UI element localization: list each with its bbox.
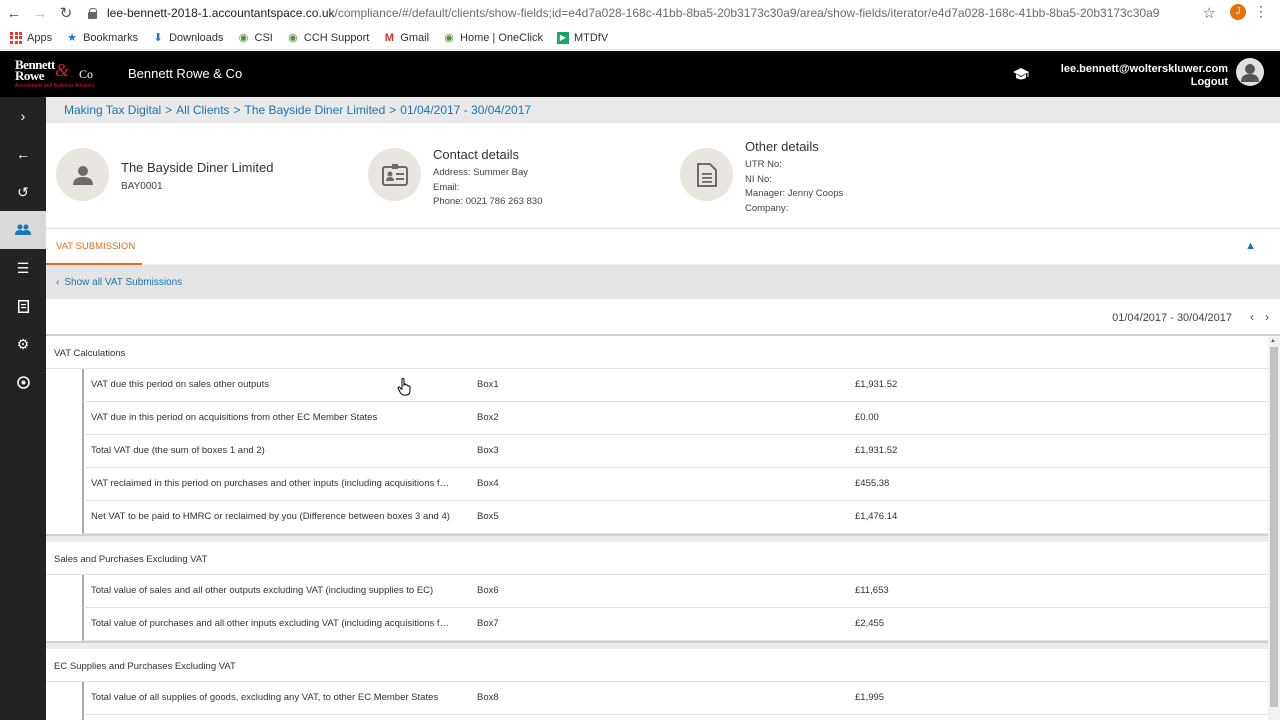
company: Company:: [745, 203, 789, 214]
play-icon: ▶: [556, 31, 569, 44]
bookmark-cch-support[interactable]: ◉ CCH Support: [287, 32, 369, 44]
document-icon[interactable]: [0, 287, 46, 325]
url-path: /compliance/#/default/clients/show-field…: [334, 6, 1160, 20]
back-arrow-icon[interactable]: ←: [2, 1, 26, 25]
client-summary: The Bayside Diner Limited BAY0001 Contac…: [46, 123, 1280, 229]
browser-menu-icon[interactable]: ⋮: [1254, 3, 1268, 20]
group-divider: [46, 534, 1268, 542]
contact-card-icon: [381, 163, 408, 186]
expand-sidebar-icon[interactable]: ›: [0, 97, 46, 135]
sidebar: › ← ↺ ☰ ⚙: [0, 97, 46, 720]
globe-icon: ◉: [444, 31, 454, 44]
group-heading: VAT Calculations: [46, 336, 1268, 369]
scroll-thumb[interactable]: [1270, 347, 1278, 707]
lock-icon: [88, 7, 98, 19]
scroll-up-arrow-icon[interactable]: ▲: [1270, 338, 1276, 344]
scrollbar[interactable]: ▲: [1268, 337, 1280, 720]
breadcrumb: Making Tax Digital > All Clients > The B…: [46, 97, 1280, 123]
forward-arrow-icon[interactable]: →: [28, 1, 52, 25]
app-header: Bennett Rowe & Co Accountants and Busine…: [0, 51, 1280, 97]
contact-details-title: Contact details: [433, 147, 519, 162]
group-divider: [46, 641, 1268, 649]
history-icon[interactable]: ↺: [0, 173, 46, 211]
contact-email: Email:: [433, 182, 460, 193]
back-icon[interactable]: ←: [0, 135, 46, 173]
bookmark-gmail[interactable]: M Gmail: [383, 32, 429, 44]
contact-address: Address: Summer Bay: [433, 167, 529, 178]
firm-name: Bennett Rowe & Co: [128, 66, 243, 81]
ni-number: NI No:: [745, 174, 772, 185]
table-row: Total value of purchases and all other i…: [82, 608, 1268, 641]
chevron-up-icon[interactable]: ▲: [1245, 240, 1256, 252]
user-avatar[interactable]: [1236, 58, 1264, 86]
download-icon: ⬇: [153, 31, 163, 44]
group-heading: Sales and Purchases Excluding VAT: [46, 542, 1268, 575]
star-icon: ★: [67, 31, 78, 44]
browser-toolbar: ← → ↻ lee-bennett-2018-1.accountantspace…: [0, 0, 1280, 26]
bookmark-star-icon[interactable]: ☆: [1203, 4, 1216, 22]
list-icon[interactable]: ☰: [0, 249, 46, 287]
url-host: lee-bennett-2018-1.accountantspace.co.uk: [107, 6, 335, 20]
bookmarks-bar: Apps ★ Bookmarks ⬇ Downloads ◉ CSI ◉ CCH…: [0, 26, 1280, 50]
firm-logo[interactable]: Bennett Rowe & Co Accountants and Busine…: [13, 55, 105, 91]
table-row: VAT due in this period on acquisitions f…: [82, 402, 1268, 435]
support-icon[interactable]: [0, 363, 46, 401]
settings-gear-icon[interactable]: ⚙: [0, 325, 46, 363]
bookmark-apps[interactable]: Apps: [10, 31, 52, 44]
main-content: Making Tax Digital > All Clients > The B…: [46, 97, 1280, 720]
profile-avatar[interactable]: J: [1230, 4, 1246, 20]
breadcrumb-item-mtd[interactable]: Making Tax Digital: [64, 103, 161, 117]
client-avatar: [56, 148, 109, 201]
show-all-bar: ‹ Show all VAT Submissions: [46, 265, 1280, 299]
document-icon: [696, 162, 717, 187]
tab-vat-submission[interactable]: VAT SUBMISSION: [46, 229, 142, 265]
utr-number: UTR No:: [745, 159, 782, 170]
bookmark-downloads[interactable]: ⬇ Downloads: [152, 31, 224, 44]
table-row: VAT due this period on sales other outpu…: [82, 369, 1268, 402]
graduation-cap-icon[interactable]: [1012, 67, 1030, 81]
client-code: BAY0001: [121, 181, 163, 192]
table-row: Total value of sales and all other outpu…: [82, 575, 1268, 608]
globe-icon: ◉: [288, 31, 298, 44]
period-label: 01/04/2017 - 30/04/2017: [1112, 312, 1232, 324]
address-bar[interactable]: lee-bennett-2018-1.accountantspace.co.uk…: [88, 6, 1159, 20]
table-row: Total VAT due (the sum of boxes 1 and 2)…: [82, 435, 1268, 468]
hand-cursor-icon: [397, 378, 411, 396]
other-details-badge: [680, 148, 733, 201]
person-icon: [72, 165, 93, 185]
logout-link[interactable]: Logout: [1191, 76, 1228, 88]
group-heading: EC Supplies and Purchases Excluding VAT: [46, 649, 1268, 682]
bookmark-csi[interactable]: ◉ CSI: [238, 32, 273, 44]
period-selector: 01/04/2017 - 30/04/2017 ‹ ›: [46, 299, 1280, 336]
chevron-left-icon[interactable]: ‹: [1250, 310, 1254, 324]
show-all-vat-link[interactable]: Show all VAT Submissions: [64, 277, 182, 288]
tab-bar: VAT SUBMISSION ▲: [46, 229, 1280, 265]
client-name: The Bayside Diner Limited: [121, 160, 274, 175]
clients-icon[interactable]: [0, 211, 46, 249]
manager: Manager: Jenny Coops: [745, 188, 844, 199]
table-row: VAT reclaimed in this period on purchase…: [82, 468, 1268, 501]
gmail-icon: M: [384, 31, 394, 44]
contact-phone: Phone: 0021 786 263 830: [433, 196, 543, 207]
table-row: [82, 715, 1268, 720]
breadcrumb-item-period[interactable]: 01/04/2017 - 30/04/2017: [400, 103, 531, 117]
bookmark-bookmarks[interactable]: ★ Bookmarks: [66, 32, 138, 44]
globe-icon: ◉: [238, 31, 249, 44]
user-email: lee.bennett@wolterskluwer.com: [1060, 63, 1228, 75]
user-icon: [1241, 64, 1259, 82]
breadcrumb-item-client[interactable]: The Bayside Diner Limited: [245, 103, 386, 117]
apps-grid-icon: [10, 31, 22, 44]
breadcrumb-item-all-clients[interactable]: All Clients: [176, 103, 229, 117]
chevron-right-icon[interactable]: ›: [1265, 310, 1269, 324]
vat-table: VAT Calculations VAT due this period on …: [46, 336, 1268, 720]
other-details-title: Other details: [745, 139, 819, 154]
contact-card-badge: [368, 148, 421, 201]
chevron-left-icon: ‹: [56, 276, 60, 288]
reload-icon[interactable]: ↻: [54, 1, 78, 25]
bookmark-oneclick[interactable]: ◉ Home | OneClick: [443, 32, 543, 44]
table-row: Net VAT to be paid to HMRC or reclaimed …: [82, 501, 1268, 534]
bookmark-mtdfv[interactable]: ▶ MTDfV: [556, 31, 608, 44]
table-row: Total value of all supplies of goods, ex…: [82, 682, 1268, 715]
